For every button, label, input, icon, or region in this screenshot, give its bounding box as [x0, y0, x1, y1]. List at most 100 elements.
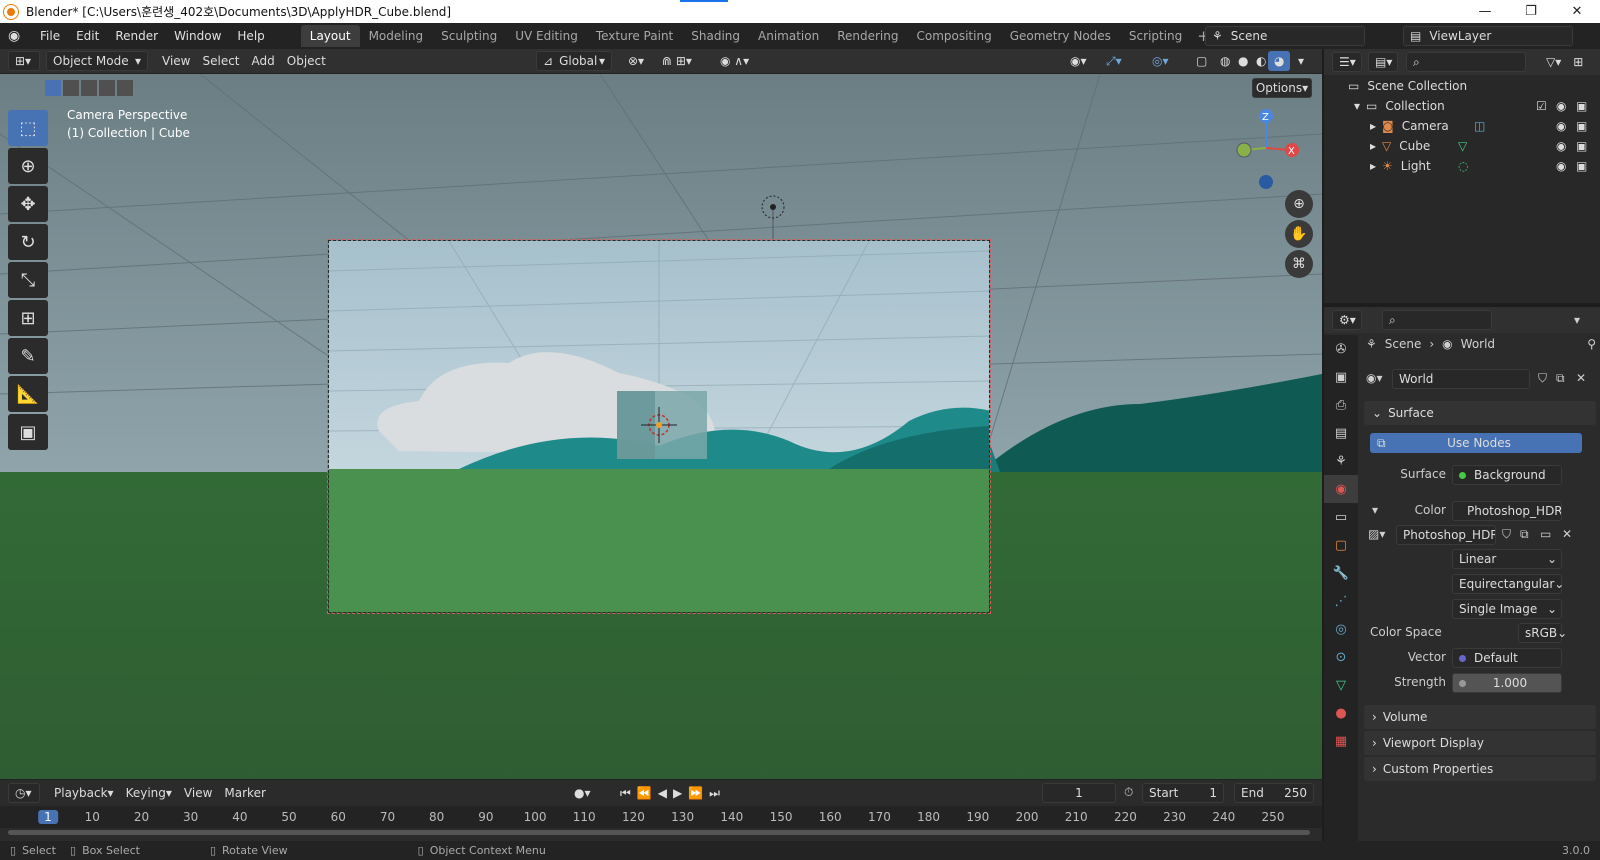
viewport-display-panel-header[interactable]: › Viewport Display: [1364, 731, 1596, 755]
fake-user-icon[interactable]: ⛉: [1538, 371, 1547, 386]
rendered-shading-icon[interactable]: ◕: [1268, 51, 1291, 71]
volume-panel-header[interactable]: › Volume: [1364, 705, 1596, 729]
tab-shading[interactable]: Shading: [682, 25, 749, 47]
outliner-editor-icon[interactable]: ☰▾: [1332, 52, 1362, 72]
menu-select[interactable]: Select: [196, 51, 245, 71]
interpolation-select[interactable]: Linear ⌄: [1452, 549, 1562, 569]
color-space-select[interactable]: sRGB ⌄: [1518, 623, 1567, 643]
outliner-item-camera[interactable]: ▸ ◙ Camera ◫ ◉ ▣: [1324, 116, 1600, 136]
filter-icon[interactable]: ▽▾: [1540, 52, 1567, 72]
menu-object[interactable]: Object: [281, 51, 332, 71]
menu-window[interactable]: Window: [166, 29, 229, 43]
timeline-editor-icon[interactable]: ◷▾: [8, 783, 40, 803]
world-name-field[interactable]: World: [1392, 369, 1530, 389]
modifier-tab-icon[interactable]: 🔧: [1324, 559, 1358, 587]
menu-add[interactable]: Add: [246, 51, 281, 71]
render-tab-icon[interactable]: ▣: [1324, 363, 1358, 391]
snap-icon[interactable]: ⋒ ⊞▾: [656, 51, 698, 71]
mode-selector[interactable]: Object Mode ▾: [46, 51, 148, 71]
scale-tool-icon[interactable]: ⤡: [8, 262, 48, 298]
material-tab-icon[interactable]: ●: [1324, 699, 1358, 727]
data-tab-icon[interactable]: ▽: [1324, 671, 1358, 699]
texture-tab-icon[interactable]: ▦: [1324, 727, 1358, 755]
select-invert-icon[interactable]: [99, 80, 115, 96]
world-tab-icon[interactable]: ◉: [1324, 475, 1358, 503]
pin-icon[interactable]: ⚲: [1587, 337, 1596, 351]
menu-file[interactable]: File: [32, 29, 68, 43]
menu-timeline-view[interactable]: View: [178, 783, 218, 803]
menu-edit[interactable]: Edit: [68, 29, 107, 43]
tab-animation[interactable]: Animation: [749, 25, 828, 47]
frame-ruler[interactable]: 1 10 20 30 40 50 60 70 80 90 100 110 120 130 140 150 160…: [0, 806, 1322, 828]
tab-texture-paint[interactable]: Texture Paint: [587, 25, 682, 47]
image-name-field[interactable]: Photoshop_HDR....: [1396, 525, 1496, 545]
use-nodes-button[interactable]: ⧉ Use Nodes: [1370, 433, 1582, 453]
image-browse-icon[interactable]: ▨▾: [1368, 527, 1385, 541]
tab-compositing[interactable]: Compositing: [907, 25, 1000, 47]
shading-options-icon[interactable]: ▾: [1292, 51, 1310, 71]
navigation-gizmo[interactable]: Z X: [1226, 106, 1306, 196]
color-input-field[interactable]: Photoshop_HDR....: [1452, 501, 1562, 521]
image-unlink-icon[interactable]: ✕: [1562, 527, 1572, 541]
editor-type-icon[interactable]: ⊞▾: [8, 51, 40, 71]
scene-selector[interactable]: ⚘ Scene: [1205, 26, 1365, 46]
options-dropdown[interactable]: Options ▾: [1252, 78, 1312, 98]
maximize-button[interactable]: ❐: [1508, 0, 1554, 23]
start-frame-field[interactable]: Start 1: [1142, 783, 1224, 803]
view-layer-tab-icon[interactable]: ▤: [1324, 419, 1358, 447]
outliner-item-cube[interactable]: ▸ ▽ Cube ▽ ◉ ▣: [1324, 136, 1600, 156]
strength-field[interactable]: 1.000: [1452, 673, 1562, 693]
tab-scripting[interactable]: Scripting: [1120, 25, 1191, 47]
timeline-scrollbar[interactable]: [8, 830, 1310, 835]
outliner-search-input[interactable]: ⌕: [1406, 52, 1526, 72]
tab-rendering[interactable]: Rendering: [828, 25, 907, 47]
projection-select[interactable]: Equirectangular ⌄: [1452, 574, 1564, 594]
pan-hand-icon[interactable]: ✋: [1285, 220, 1313, 248]
new-collection-icon[interactable]: ⊞: [1567, 52, 1589, 72]
physics-tab-icon[interactable]: ◎: [1324, 615, 1358, 643]
select-intersect-icon[interactable]: [117, 80, 133, 96]
overlay-toggle-icon[interactable]: ◎▾: [1146, 51, 1175, 71]
blender-menu-icon[interactable]: ◉: [8, 28, 32, 44]
minimize-button[interactable]: —: [1462, 0, 1508, 23]
gizmo-toggle-icon[interactable]: ⤢▾: [1100, 51, 1128, 71]
custom-properties-panel-header[interactable]: › Custom Properties: [1364, 757, 1596, 781]
tool-tab-icon[interactable]: ✇: [1324, 335, 1358, 363]
render-icon[interactable]: ▣: [1576, 139, 1587, 153]
visibility-icon[interactable]: ◉▾: [1064, 51, 1093, 71]
render-icon[interactable]: ▣: [1576, 99, 1587, 113]
output-tab-icon[interactable]: ⎙: [1324, 391, 1358, 419]
select-new-icon[interactable]: [45, 80, 61, 96]
close-window-button[interactable]: ✕: [1554, 0, 1600, 23]
surface-shader-field[interactable]: Background: [1452, 465, 1562, 485]
eye-icon[interactable]: ◉: [1556, 99, 1566, 113]
scene-tab-icon[interactable]: ⚘: [1324, 447, 1358, 475]
xray-icon[interactable]: ▢: [1190, 51, 1213, 71]
move-tool-icon[interactable]: ✥: [8, 186, 48, 222]
tab-geometry-nodes[interactable]: Geometry Nodes: [1001, 25, 1120, 47]
select-box-tool-icon[interactable]: ⬚: [8, 110, 48, 146]
render-icon[interactable]: ▣: [1576, 159, 1587, 173]
rotate-tool-icon[interactable]: ↻: [8, 224, 48, 260]
3d-viewport[interactable]: Camera Perspective (1) Collection | Cube…: [0, 74, 1322, 779]
render-icon[interactable]: ▣: [1576, 119, 1587, 133]
source-select[interactable]: Single Image ⌄: [1452, 599, 1562, 619]
record-icon[interactable]: ●▾: [568, 783, 597, 803]
tab-modeling[interactable]: Modeling: [360, 25, 433, 47]
tab-uv-editing[interactable]: UV Editing: [506, 25, 587, 47]
checkbox-icon[interactable]: ☑: [1536, 99, 1547, 113]
vector-input-field[interactable]: Default: [1452, 648, 1562, 668]
world-browse-icon[interactable]: ◉▾: [1366, 371, 1383, 385]
camera-view-icon[interactable]: ⌘: [1285, 250, 1313, 278]
orientation-selector[interactable]: ⊿ Global ▾: [536, 51, 612, 71]
select-extend-icon[interactable]: [63, 80, 79, 96]
unlink-icon[interactable]: ✕: [1576, 371, 1586, 385]
zoom-icon[interactable]: ⊕: [1285, 190, 1313, 218]
menu-playback[interactable]: Playback ▾: [48, 783, 120, 803]
select-subtract-icon[interactable]: [81, 80, 97, 96]
collection-tab-icon[interactable]: ▭: [1324, 503, 1358, 531]
playback-controls-icon[interactable]: ⏮⏪◀▶⏩⏭: [614, 783, 732, 803]
surface-panel-header[interactable]: ⌄ Surface: [1364, 401, 1596, 425]
open-folder-icon[interactable]: ▭: [1540, 527, 1551, 541]
constraints-tab-icon[interactable]: ⊙: [1324, 643, 1358, 671]
